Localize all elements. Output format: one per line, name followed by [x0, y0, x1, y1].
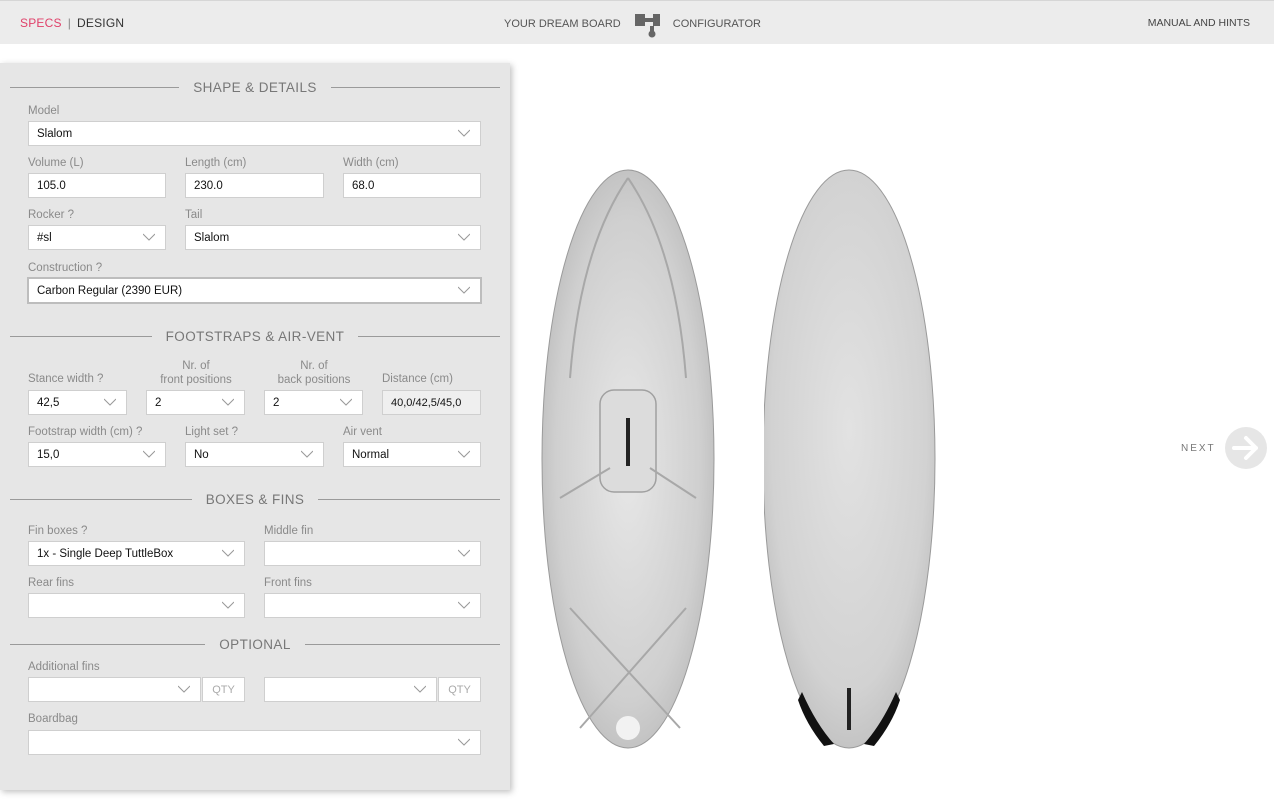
length-label: Length (cm) — [185, 157, 247, 169]
model-label: Model — [28, 105, 60, 117]
chevron-down-icon — [143, 449, 155, 459]
additional-fins-label: Additional fins — [28, 661, 100, 673]
fin-boxes-label: Fin boxes ? — [28, 525, 88, 537]
chevron-down-icon — [222, 600, 234, 610]
rocker-select[interactable]: #sl — [28, 225, 166, 250]
width-input[interactable]: 68.0 — [343, 173, 481, 198]
middle-fin-label: Middle fin — [264, 525, 314, 537]
middle-fin-select[interactable] — [264, 541, 481, 566]
next-button[interactable]: NEXT — [1181, 426, 1268, 470]
chevron-down-icon — [340, 397, 352, 407]
rear-fins-select[interactable] — [28, 593, 245, 618]
section-optional-heading: OPTIONAL — [10, 636, 500, 652]
board-deck-view — [541, 169, 715, 749]
chevron-down-icon — [178, 684, 190, 694]
next-label: NEXT — [1181, 442, 1216, 454]
manual-link[interactable]: MANUAL AND HINTS — [1148, 17, 1250, 29]
chevron-down-icon — [458, 449, 470, 459]
fin-boxes-select[interactable]: 1x - Single Deep TuttleBox — [28, 541, 245, 566]
board-bottom-view — [764, 169, 936, 749]
chevron-down-icon — [222, 548, 234, 558]
stance-select[interactable]: 42,5 — [28, 390, 127, 415]
additional-fin-1-qty[interactable]: QTY — [202, 677, 245, 702]
chevron-down-icon — [222, 397, 234, 407]
light-set-label: Light set ? — [185, 426, 239, 438]
additional-fin-1-select[interactable] — [28, 677, 201, 702]
tab-design[interactable]: DESIGN — [77, 16, 124, 30]
front-positions-select[interactable]: 2 — [146, 390, 245, 415]
front-fins-select[interactable] — [264, 593, 481, 618]
chevron-down-icon — [458, 232, 470, 242]
rocker-label: Rocker ? — [28, 209, 75, 221]
volume-input[interactable]: 105.0 — [28, 173, 166, 198]
additional-fin-2-select[interactable] — [264, 677, 437, 702]
air-vent-label: Air vent — [343, 426, 382, 438]
air-vent-select[interactable]: Normal — [343, 442, 481, 467]
chevron-down-icon — [458, 548, 470, 558]
boardbag-select[interactable] — [28, 730, 481, 755]
model-value: Slalom — [37, 127, 73, 140]
distance-label: Distance (cm) — [382, 373, 453, 385]
back-positions-select[interactable]: 2 — [264, 390, 363, 415]
tab-specs[interactable]: SPECS — [20, 16, 62, 30]
tail-select[interactable]: Slalom — [185, 225, 481, 250]
brand-title-right: CONFIGURATOR — [672, 18, 761, 30]
construction-label: Construction ? — [28, 262, 103, 274]
section-footstraps-heading: FOOTSTRAPS & AIR-VENT — [10, 328, 500, 344]
model-select[interactable]: Slalom — [28, 121, 481, 146]
brand-title: YOUR DREAM BOARD CONFIGURATOR — [504, 11, 761, 38]
construction-select[interactable]: Carbon Regular (2390 EUR) — [27, 277, 482, 304]
additional-fin-2-qty[interactable]: QTY — [438, 677, 481, 702]
top-bar: SPECS | DESIGN YOUR DREAM BOARD CONFIGURAT… — [0, 0, 1274, 44]
length-input[interactable]: 230.0 — [185, 173, 324, 198]
tail-label: Tail — [185, 209, 203, 221]
chevron-down-icon — [458, 737, 470, 747]
view-tabs: SPECS | DESIGN — [20, 16, 124, 30]
specs-panel: SHAPE & DETAILS Model Slalom Volume (L) … — [0, 63, 510, 790]
light-set-select[interactable]: No — [185, 442, 324, 467]
chevron-down-icon — [458, 600, 470, 610]
chevron-down-icon — [458, 128, 470, 138]
section-fins-heading: BOXES & FINS — [10, 491, 500, 507]
brand-title-left: YOUR DREAM BOARD — [504, 18, 621, 30]
width-label: Width (cm) — [343, 157, 399, 169]
chevron-down-icon — [458, 285, 470, 295]
board-logo-icon — [634, 14, 660, 38]
strap-width-label: Footstrap width (cm) ? — [28, 426, 143, 438]
chevron-down-icon — [414, 684, 426, 694]
front-fins-label: Front fins — [264, 577, 312, 589]
front-positions-label: Nr. of front positions — [160, 360, 232, 386]
stance-label: Stance width ? — [28, 373, 104, 385]
boardbag-label: Boardbag — [28, 713, 78, 725]
tab-separator: | — [67, 16, 72, 30]
strap-width-select[interactable]: 15,0 — [28, 442, 166, 467]
volume-label: Volume (L) — [28, 157, 84, 169]
arrow-right-icon — [1224, 427, 1267, 469]
chevron-down-icon — [104, 397, 116, 407]
chevron-down-icon — [143, 232, 155, 242]
section-shape-heading: SHAPE & DETAILS — [10, 79, 500, 95]
back-positions-label: Nr. of back positions — [277, 360, 351, 386]
chevron-down-icon — [301, 449, 313, 459]
rear-fins-label: Rear fins — [28, 577, 75, 589]
distance-value: 40,0/42,5/45,0 — [382, 390, 481, 415]
